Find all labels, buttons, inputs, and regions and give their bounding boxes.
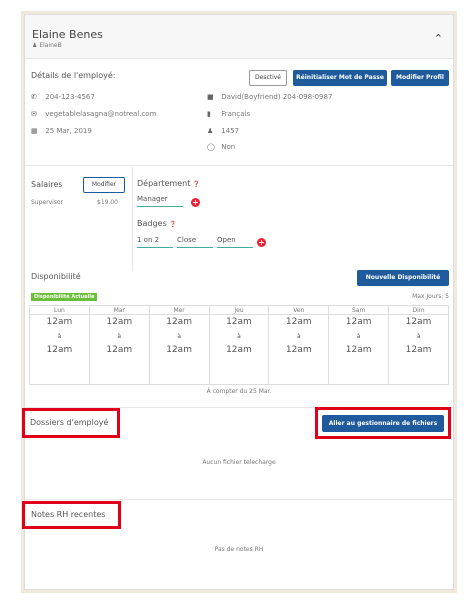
help-icon: ❓: [169, 221, 177, 228]
add-badge-icon[interactable]: +: [257, 238, 266, 247]
availability-cell: 12am à 12am: [208, 314, 270, 385]
edit-salary-button[interactable]: Modifier: [83, 177, 125, 193]
salary-role: Supervisor: [31, 199, 64, 206]
user-icon: ♟: [32, 42, 38, 49]
notes-title: Notes RH recentes: [31, 510, 106, 519]
employee-name: Elaine Benes: [32, 28, 103, 41]
date-value: 25 Mar, 2019: [45, 127, 92, 135]
divider: [25, 165, 453, 166]
new-availability-button[interactable]: Nouvelle Disponibilité: [357, 270, 449, 286]
department-label: Département: [137, 179, 191, 188]
card-header[interactable]: Elaine Benes ♟ ElaineB ⌃: [25, 15, 453, 59]
calendar-icon: ▦: [31, 127, 38, 135]
current-availability-tag: Disponibilité Actuelle: [31, 293, 98, 301]
day-header: Sam: [328, 305, 390, 315]
details-title: Détails de l'employé:: [31, 71, 116, 80]
availability-cell: 12am à 12am: [388, 314, 449, 385]
day-header: Ven: [268, 305, 330, 315]
file-manager-button[interactable]: Aller au gestionnaire de fichiers: [322, 415, 444, 432]
user-icon: ♟: [207, 127, 214, 135]
deactivate-button[interactable]: Desctivé: [249, 70, 287, 86]
phone-icon: ✆: [31, 93, 37, 101]
badge-item[interactable]: Close: [177, 236, 213, 248]
vertical-divider: [132, 167, 133, 271]
badge-item[interactable]: 1 on 2: [137, 236, 173, 248]
edit-profile-button[interactable]: Modifier Profil: [391, 70, 449, 86]
availability-cell: 12am à 12am: [328, 314, 390, 385]
language-value: Français: [221, 110, 251, 118]
notes-empty-message: Pas de notes RH: [214, 546, 264, 553]
files-empty-message: Aucun fichier telecharge: [202, 459, 276, 466]
employee-card: Elaine Benes ♟ ElaineB ⌃ Détails de l'em…: [22, 14, 454, 590]
department-value[interactable]: Manager: [137, 195, 183, 207]
emergency-contact-value: David(Boyfriend) 204-098-0987: [221, 93, 333, 101]
reset-password-button[interactable]: Réinitialiser Mot de Passe: [293, 70, 387, 86]
clock-icon: ◯: [207, 143, 215, 151]
availability-cell: 12am à 12am: [88, 314, 150, 385]
book-icon: ▮: [207, 110, 211, 118]
day-header: Mar: [88, 305, 150, 315]
help-icon: ❓: [192, 181, 201, 188]
availability-start-note: À compter du 25 Mar.: [206, 388, 272, 395]
availability-cell: 12am à 12am: [29, 314, 90, 385]
employee-username: ElaineB: [39, 42, 62, 49]
day-header: Mer: [148, 305, 210, 315]
divider: [25, 499, 453, 500]
badge-item[interactable]: Open: [217, 236, 253, 248]
day-header: Dim: [388, 305, 449, 315]
availability-table: Lun Mar Mer Jeu Ven Sam Dim 12am à 12am 12…: [29, 305, 449, 385]
chevron-up-icon[interactable]: ⌃: [434, 32, 443, 45]
badges-label: Badges: [137, 219, 167, 228]
status-value: Non: [221, 143, 236, 151]
salary-title: Salaires: [31, 180, 63, 189]
day-header: Lun: [29, 305, 90, 315]
phone-book-icon: ■: [207, 93, 214, 101]
availability-title: Disponibilité: [31, 272, 81, 281]
phone-value: 204-123-4567: [45, 93, 95, 101]
salary-rate: $19.00: [97, 199, 118, 206]
files-title: Dossiers d'employé: [30, 418, 109, 427]
employee-id-value: 1457: [221, 127, 240, 135]
availability-cell: 12am à 12am: [148, 314, 210, 385]
day-header: Jeu: [208, 305, 270, 315]
email-value: vegetablelasagna@notreal.com: [45, 110, 157, 118]
max-days-label: Max Jours: 5: [412, 293, 449, 300]
availability-cell: 12am à 12am: [268, 314, 330, 385]
envelope-icon: ✉: [31, 110, 37, 118]
add-department-icon[interactable]: +: [191, 198, 200, 207]
